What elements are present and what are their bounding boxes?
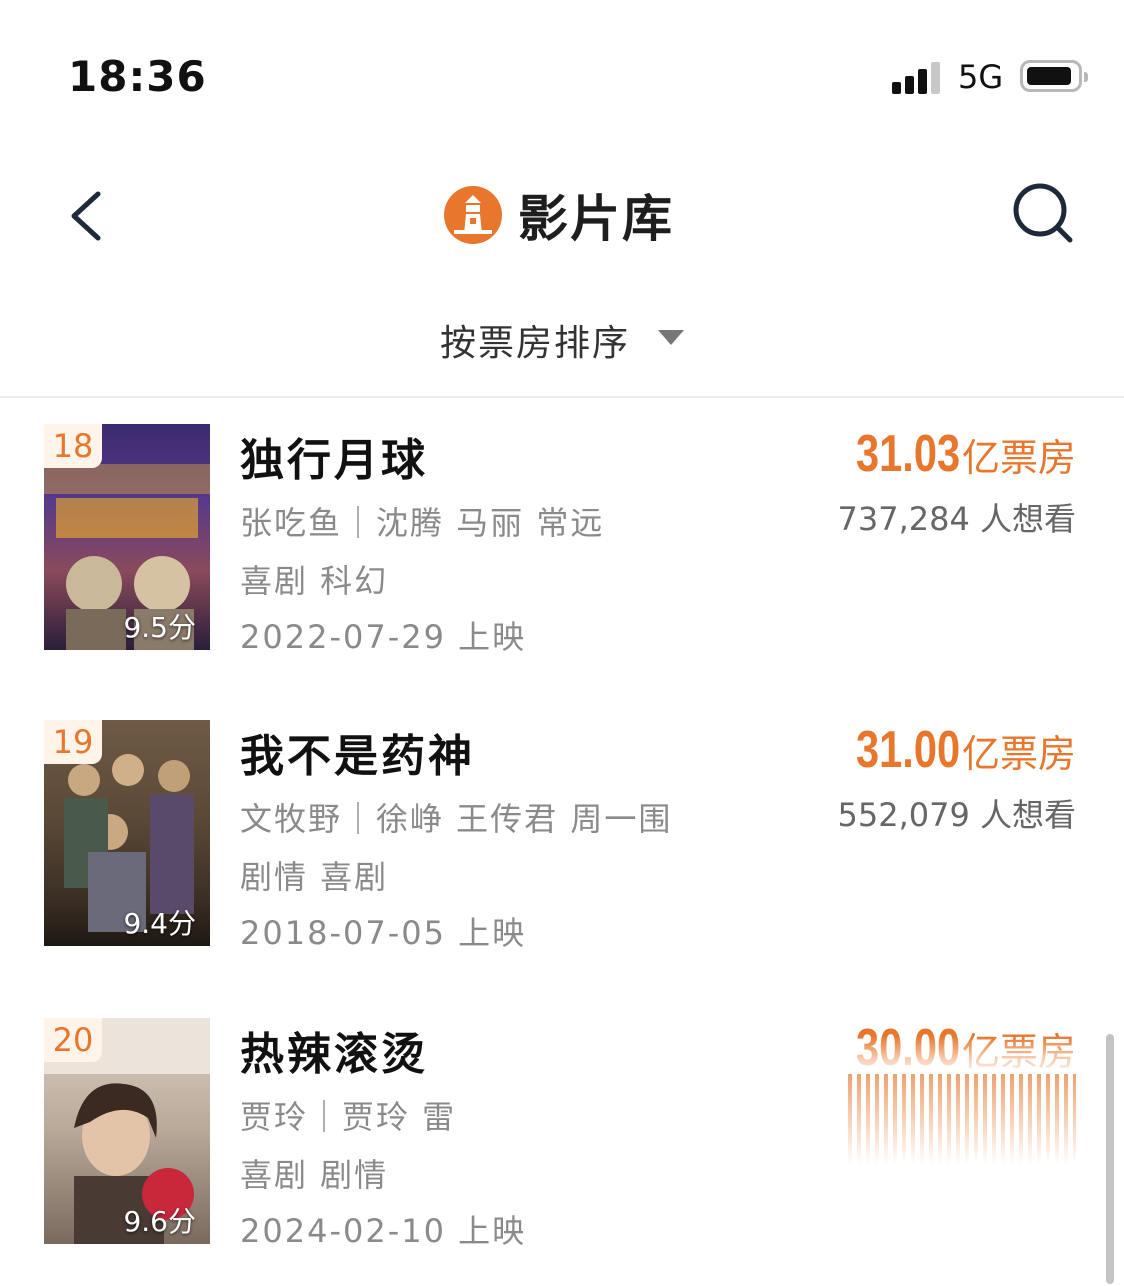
signal-icon — [892, 62, 942, 94]
rank-badge: 18 — [44, 424, 102, 468]
status-bar: 18:36 5G — [0, 0, 1124, 150]
sort-dropdown-label[interactable]: 按票房排序 — [440, 314, 630, 366]
page-title: 影片库 — [518, 190, 674, 248]
movie-genres: 喜剧 科幻 — [240, 562, 389, 600]
movie-credits: 文牧野｜徐峥 王传君 周一围 — [240, 800, 673, 838]
nav-bar: 影片库 — [0, 150, 1124, 280]
box-office: 31.00 亿票房 — [830, 720, 1076, 780]
rank-badge: 19 — [44, 720, 102, 764]
release-date: 2018-07-05 上映 — [240, 914, 527, 952]
box-office-unit: 亿票房 — [961, 732, 1076, 776]
rating-score: 9.5分 — [123, 611, 196, 644]
dropdown-triangle-icon[interactable] — [656, 328, 686, 348]
movie-list-item[interactable]: 18 9.5分 独行月球 张吃鱼｜沈腾 马丽 常远 喜剧 科幻 2022-07-… — [0, 424, 1124, 656]
box-office-value: 31.03 — [855, 425, 960, 483]
status-time: 18:36 — [68, 52, 207, 101]
movie-credits: 张吃鱼｜沈腾 马丽 常远 — [240, 504, 605, 542]
box-office: 30.00 亿票房 — [830, 1018, 1076, 1078]
title-group: 影片库 — [444, 180, 674, 250]
movie-list-item[interactable]: 20 9.6分 热辣滚烫 贾玲｜贾玲 雷 喜剧 剧情 2024-02-10 上映… — [0, 1018, 1124, 1250]
release-date: 2022-07-29 上映 — [240, 618, 527, 656]
box-office-unit: 亿票房 — [961, 436, 1076, 480]
movie-list-item[interactable]: 19 9.4分 我不是药神 文牧野｜徐峥 王传君 周一围 剧情 喜剧 2018-… — [0, 720, 1124, 952]
sort-bar[interactable]: 按票房排序 — [0, 296, 1124, 398]
battery-icon — [1020, 60, 1088, 92]
lighthouse-logo-icon — [444, 186, 502, 244]
movie-title[interactable]: 独行月球 — [240, 424, 428, 488]
rating-score: 9.6分 — [123, 1205, 196, 1238]
box-office-unit: 亿票房 — [961, 1030, 1076, 1074]
movie-credits: 贾玲｜贾玲 雷 — [240, 1098, 457, 1136]
search-icon[interactable] — [1010, 180, 1076, 246]
back-arrow-icon[interactable] — [64, 186, 114, 246]
want-to-watch-count: 737,284 人想看 — [837, 500, 1076, 538]
box-office-value: 30.00 — [855, 1019, 960, 1077]
want-to-watch-count: 552,079 人想看 — [837, 796, 1076, 834]
rank-badge: 20 — [44, 1018, 102, 1062]
movie-poster[interactable]: 18 9.5分 — [44, 424, 210, 650]
release-date: 2024-02-10 上映 — [240, 1212, 527, 1250]
movie-poster[interactable]: 19 9.4分 — [44, 720, 210, 946]
movie-genres: 剧情 喜剧 — [240, 858, 389, 896]
box-office-animation-trail — [848, 1074, 1076, 1164]
network-type: 5G — [958, 58, 1004, 96]
movie-title[interactable]: 我不是药神 — [240, 720, 475, 784]
movie-title[interactable]: 热辣滚烫 — [240, 1018, 428, 1082]
box-office: 31.03 亿票房 — [830, 424, 1076, 484]
movie-poster[interactable]: 20 9.6分 — [44, 1018, 210, 1244]
scrollbar[interactable] — [1106, 1034, 1114, 1284]
movie-genres: 喜剧 剧情 — [240, 1156, 389, 1194]
box-office-value: 31.00 — [855, 721, 960, 779]
rating-score: 9.4分 — [123, 907, 196, 940]
